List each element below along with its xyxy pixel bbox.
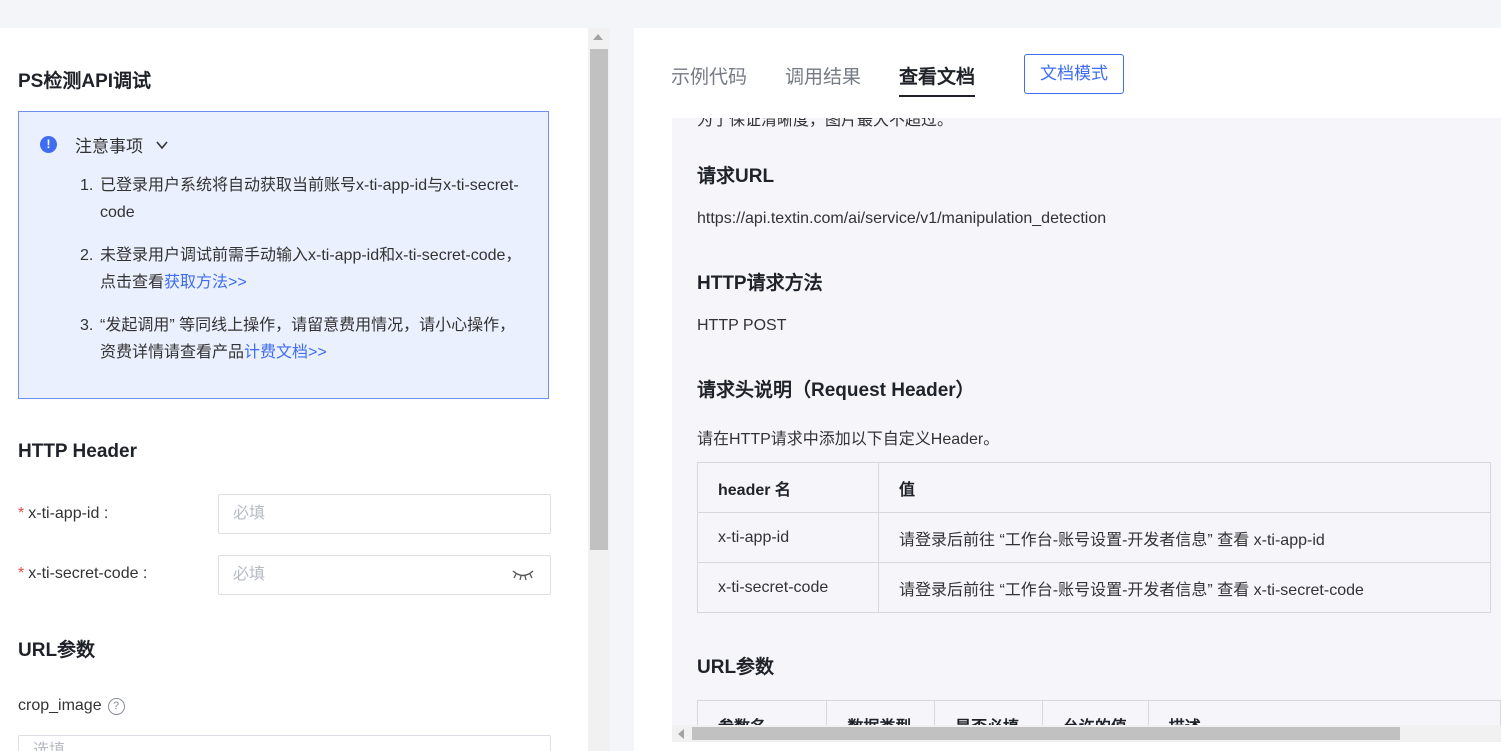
notice-item: 2. 未登录用户调试前需手动输入x-ti-app-id和x-ti-secret-… (80, 247, 522, 291)
column-header: 值 (878, 462, 1491, 513)
req-header-title: 请求头说明（Request Header） (697, 380, 975, 401)
app-id-input[interactable]: 必填 (218, 494, 551, 534)
horizontal-scrollbar[interactable] (672, 725, 1501, 742)
request-url-title: 请求URL (697, 166, 775, 187)
column-header: 描述 (1147, 700, 1501, 725)
eye-closed-icon[interactable] (512, 569, 534, 581)
get-method-link[interactable]: 获取方法>> (164, 274, 247, 291)
info-icon: ! (40, 136, 57, 153)
tab-bar: 示例代码 调用结果 查看文档 (671, 62, 1013, 97)
url-params-title: URL参数 (18, 640, 96, 661)
tab-call-result[interactable]: 调用结果 (785, 62, 861, 97)
chevron-down-icon (156, 140, 168, 149)
scroll-up-arrow-icon[interactable] (593, 34, 603, 40)
panel-title: PS检测API调试 (18, 71, 152, 92)
required-mark: * (18, 505, 25, 522)
scrollbar-thumb[interactable] (590, 49, 608, 550)
url-params-doc-title: URL参数 (697, 657, 775, 678)
crop-image-label: crop_image ? (18, 697, 125, 715)
table-cell: x-ti-app-id (697, 512, 879, 563)
url-params-table: 参数名 数据类型 是否必填 允许的值 描述 (696, 700, 1501, 725)
request-url-value: https://api.textin.com/ai/service/v1/man… (697, 210, 1107, 227)
help-icon[interactable]: ? (107, 697, 125, 715)
req-header-desc: 请在HTTP请求中添加以下自定义Header。 (697, 431, 1000, 448)
notice-box: ! 注意事项 1. 已登录用户系统将自动获取当前账号x-ti-app-id与x-… (18, 111, 549, 399)
tab-view-docs[interactable]: 查看文档 (899, 62, 976, 97)
notice-item: 1. 已登录用户系统将自动获取当前账号x-ti-app-id与x-ti-secr… (80, 177, 519, 221)
column-header: header 名 (697, 462, 879, 513)
billing-doc-link[interactable]: 计费文档>> (244, 344, 327, 361)
vertical-scrollbar[interactable] (588, 28, 610, 751)
notice-list: 1. 已登录用户系统将自动获取当前账号x-ti-app-id与x-ti-secr… (80, 172, 530, 382)
scroll-left-arrow-icon[interactable] (678, 729, 684, 739)
doc-mode-button[interactable]: 文档模式 (1024, 54, 1124, 94)
column-header: 允许的值 (1041, 700, 1149, 725)
crop-image-input[interactable]: 选填 (18, 735, 551, 751)
method-value: HTTP POST (697, 317, 787, 334)
secret-code-label: * x-ti-secret-code : (18, 565, 148, 582)
required-mark: * (18, 565, 25, 582)
column-header: 参数名 (696, 700, 828, 725)
doc-cut-text: 为了保证清晰度，图片最大不超过。 (697, 118, 954, 129)
column-header: 是否必填 (934, 700, 1043, 725)
secret-code-input[interactable]: 必填 (218, 555, 551, 595)
column-header: 数据类型 (826, 700, 936, 725)
table-row: x-ti-secret-code 请登录后前往 “工作台-账号设置-开发者信息”… (697, 562, 1491, 613)
method-title: HTTP请求方法 (697, 273, 823, 294)
header-table: header 名 值 x-ti-app-id 请登录后前往 “工作台-账号设置-… (697, 462, 1491, 613)
doc-content: 为了保证清晰度，图片最大不超过。 请求URL https://api.texti… (672, 118, 1501, 725)
app-id-label: * x-ti-app-id : (18, 505, 109, 522)
doc-panel: 示例代码 调用结果 查看文档 文档模式 为了保证清晰度，图片最大不超过。 请求U… (634, 28, 1501, 751)
table-row: x-ti-app-id 请登录后前往 “工作台-账号设置-开发者信息” 查看 x… (697, 512, 1491, 563)
notice-title: 注意事项 (75, 137, 143, 156)
scrollbar-thumb[interactable] (692, 727, 1400, 740)
table-cell: 请登录后前往 “工作台-账号设置-开发者信息” 查看 x-ti-app-id (878, 512, 1491, 563)
table-cell: 请登录后前往 “工作台-账号设置-开发者信息” 查看 x-ti-secret-c… (878, 562, 1491, 613)
tab-sample-code[interactable]: 示例代码 (671, 62, 747, 97)
table-header-row: 参数名 数据类型 是否必填 允许的值 描述 (696, 700, 1501, 725)
table-header-row: header 名 值 (697, 462, 1491, 513)
notice-toggle[interactable]: ! 注意事项 (40, 132, 169, 157)
debug-panel: PS检测API调试 ! 注意事项 1. 已登录用户系统将自动获取当前账号x-ti… (0, 28, 588, 751)
notice-item: 3. “发起调用” 等同线上操作，请留意费用情况，请小心操作，资费详情请查看产品… (80, 317, 516, 361)
http-header-title: HTTP Header (18, 441, 137, 462)
table-cell: x-ti-secret-code (697, 562, 879, 613)
